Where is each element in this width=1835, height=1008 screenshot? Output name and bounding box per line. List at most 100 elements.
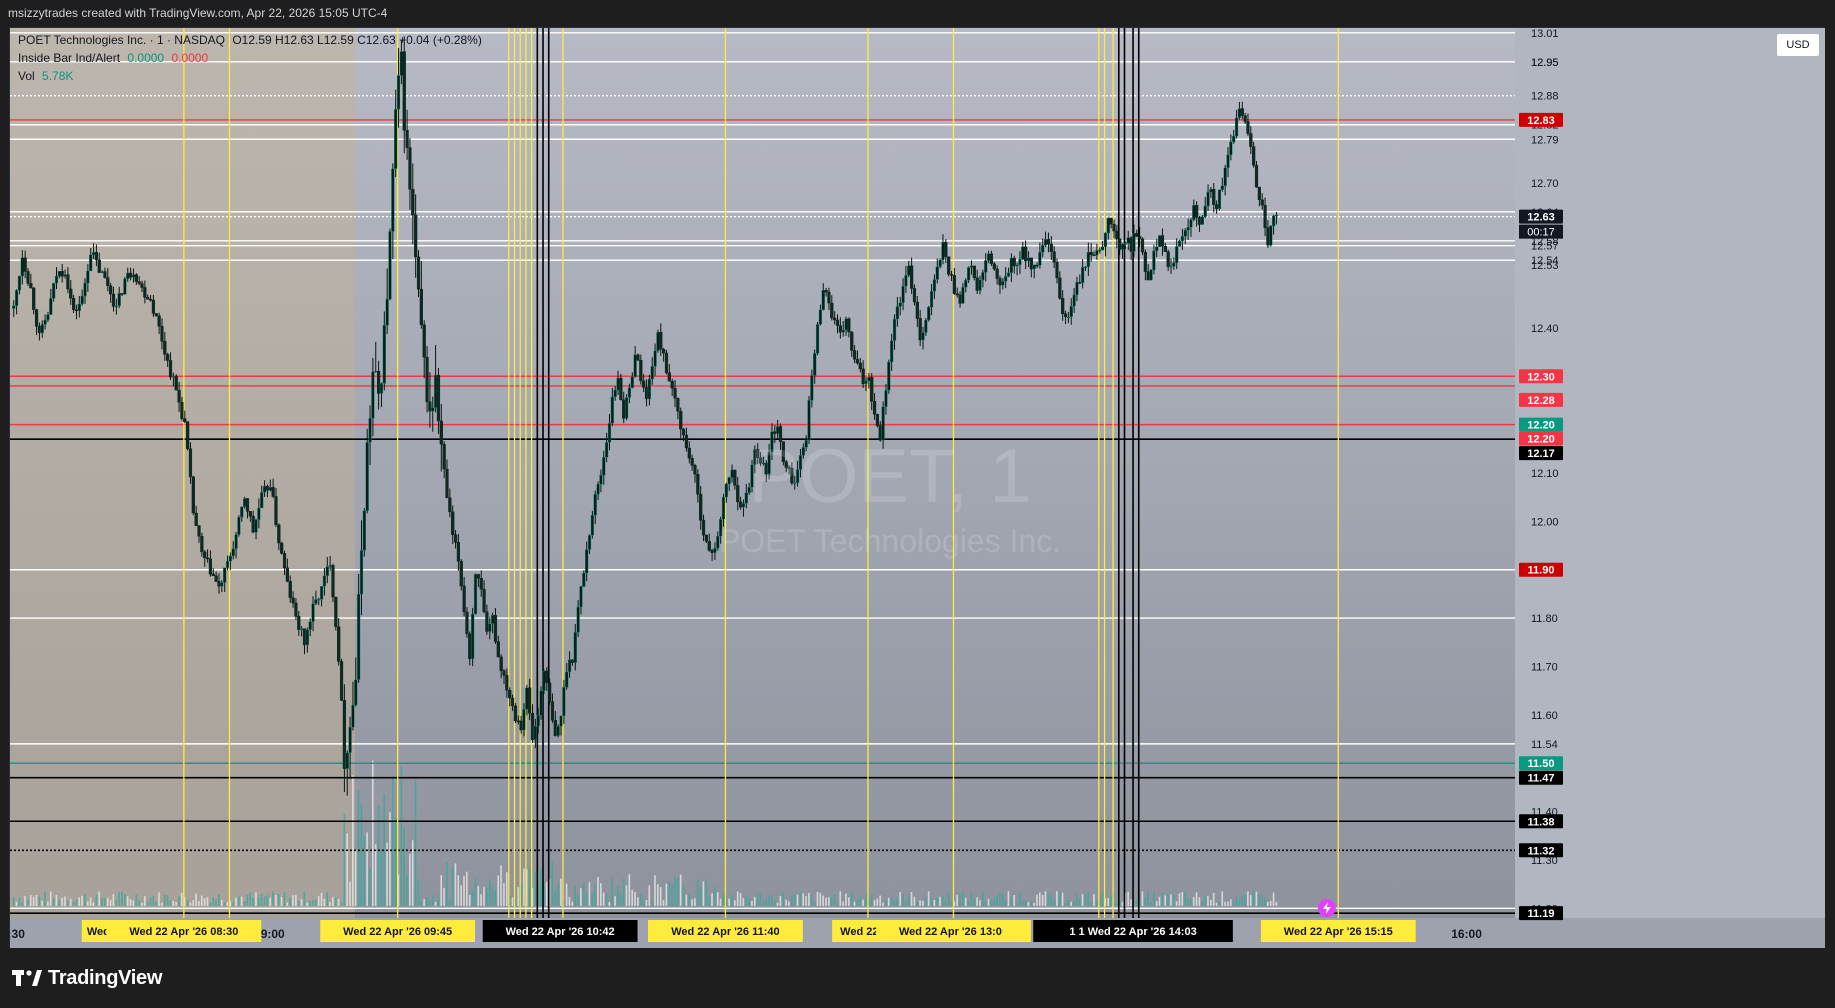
volume-bar bbox=[312, 900, 314, 906]
volume-bar bbox=[751, 900, 753, 906]
volume-bar bbox=[1021, 900, 1024, 906]
volume-bar bbox=[605, 893, 608, 906]
volume-bar bbox=[1093, 894, 1095, 906]
candle-bull bbox=[1026, 257, 1031, 262]
volume-bar bbox=[1207, 895, 1209, 906]
volume-bar bbox=[762, 901, 765, 906]
currency-button[interactable]: USD bbox=[1776, 33, 1820, 57]
volume-bar bbox=[1053, 899, 1055, 906]
candle-bear bbox=[496, 641, 500, 658]
candle-bear bbox=[952, 275, 956, 294]
price-axis-tick: 12.88 bbox=[1531, 91, 1559, 103]
legend-volume-label[interactable]: Vol bbox=[18, 69, 35, 83]
candle-bull bbox=[328, 565, 332, 567]
candle-bull bbox=[1098, 249, 1102, 252]
price-label-text: 11.90 bbox=[1528, 565, 1555, 577]
candle-bear bbox=[1215, 204, 1219, 210]
volume-bar bbox=[1187, 898, 1189, 906]
volume-bar bbox=[295, 894, 297, 906]
candle-bull bbox=[473, 574, 478, 615]
volume-bar bbox=[850, 891, 853, 906]
legend-indicator-name[interactable]: Inside Bar Ind/Alert bbox=[18, 51, 120, 65]
volume-bar bbox=[1227, 901, 1229, 906]
volume-bar bbox=[637, 897, 639, 906]
volume-bar bbox=[902, 894, 904, 906]
candle-bull bbox=[394, 108, 398, 169]
volume-bar bbox=[317, 895, 320, 906]
candle-bull bbox=[305, 629, 309, 646]
time-label-text: Wed 22 Apr '26 11:40 bbox=[671, 926, 779, 938]
volume-bar bbox=[166, 895, 169, 906]
volume-bar bbox=[451, 866, 454, 906]
candle-bear bbox=[553, 720, 557, 736]
candle-bear bbox=[667, 372, 671, 382]
candle-bear bbox=[445, 468, 449, 499]
candle-bear bbox=[670, 381, 674, 389]
candle-bear bbox=[528, 687, 532, 714]
candle-bull bbox=[821, 290, 825, 310]
candle-bull bbox=[1041, 245, 1045, 253]
volume-bar bbox=[1155, 901, 1158, 906]
volume-bar bbox=[571, 901, 574, 906]
volume-bar bbox=[979, 900, 981, 906]
volume-bar bbox=[1275, 901, 1278, 906]
candle-bull bbox=[365, 442, 369, 512]
tradingview-brand[interactable]: TradingView bbox=[12, 965, 162, 991]
candle-bear bbox=[1109, 218, 1113, 225]
volume-bar bbox=[694, 898, 696, 906]
candle-bull bbox=[1038, 251, 1042, 266]
chart-credit-text: msizzytrades created with TradingView.co… bbox=[8, 6, 388, 20]
legend-symbol-title[interactable]: POET Technologies Inc. · 1 · NASDAQ bbox=[18, 33, 225, 47]
volume-bar bbox=[916, 901, 919, 906]
candle-bull bbox=[1043, 239, 1048, 246]
candle-bear bbox=[875, 414, 880, 426]
legend-volume-row[interactable]: Vol 5.78K bbox=[18, 69, 73, 83]
candle-bull bbox=[368, 418, 372, 443]
volume-bar bbox=[448, 899, 451, 906]
volume-bar bbox=[973, 898, 976, 906]
candle-bear bbox=[203, 551, 207, 559]
volume-bar bbox=[414, 780, 417, 906]
volume-bar bbox=[277, 893, 280, 906]
volume-bar bbox=[733, 900, 736, 906]
candle-bear bbox=[1029, 257, 1033, 270]
volume-bar bbox=[403, 827, 405, 906]
price-label-text: 12.28 bbox=[1527, 395, 1555, 407]
volume-bar bbox=[808, 892, 810, 906]
volume-bar bbox=[870, 894, 873, 906]
candle-bear bbox=[265, 486, 270, 491]
volume-bar bbox=[314, 899, 317, 906]
candle-bull bbox=[576, 606, 580, 633]
volume-bar bbox=[828, 897, 830, 906]
volume-bar bbox=[1056, 891, 1058, 906]
volume-bar bbox=[1178, 893, 1181, 906]
candle-bear bbox=[1266, 227, 1270, 246]
candle-bear bbox=[972, 265, 976, 278]
chart-frame[interactable]: 13.0112.9512.9512.8812.8312.8212.7912.70… bbox=[9, 27, 1825, 948]
volume-bar bbox=[394, 817, 397, 906]
candle-bear bbox=[1249, 133, 1253, 147]
volume-bar bbox=[956, 894, 958, 906]
candle-bull bbox=[43, 319, 47, 325]
volume-bar bbox=[163, 894, 166, 906]
volume-bar bbox=[286, 902, 289, 906]
legend-symbol-row[interactable]: POET Technologies Inc. · 1 · NASDAQ O12.… bbox=[18, 33, 482, 47]
volume-bar bbox=[41, 900, 43, 906]
legend-indicator-row[interactable]: Inside Bar Ind/Alert 0.0000 0.0000 bbox=[18, 51, 208, 65]
candle-bull bbox=[813, 353, 817, 376]
candle-bear bbox=[1055, 262, 1059, 279]
volume-bar bbox=[702, 881, 705, 906]
candle-bear bbox=[548, 682, 552, 702]
volume-bar bbox=[580, 888, 582, 906]
volume-bar bbox=[474, 878, 477, 906]
volume-bar bbox=[671, 883, 673, 906]
volume-bar bbox=[796, 894, 799, 906]
price-axis-tick: 12.57 bbox=[1531, 241, 1559, 253]
volume-bar bbox=[203, 898, 206, 906]
volume-bar bbox=[833, 894, 836, 906]
volume-bar bbox=[329, 901, 331, 906]
volume-bar bbox=[429, 900, 431, 906]
volume-bar bbox=[69, 898, 72, 906]
volume-bar bbox=[161, 902, 163, 906]
volume-bar bbox=[1201, 900, 1204, 906]
